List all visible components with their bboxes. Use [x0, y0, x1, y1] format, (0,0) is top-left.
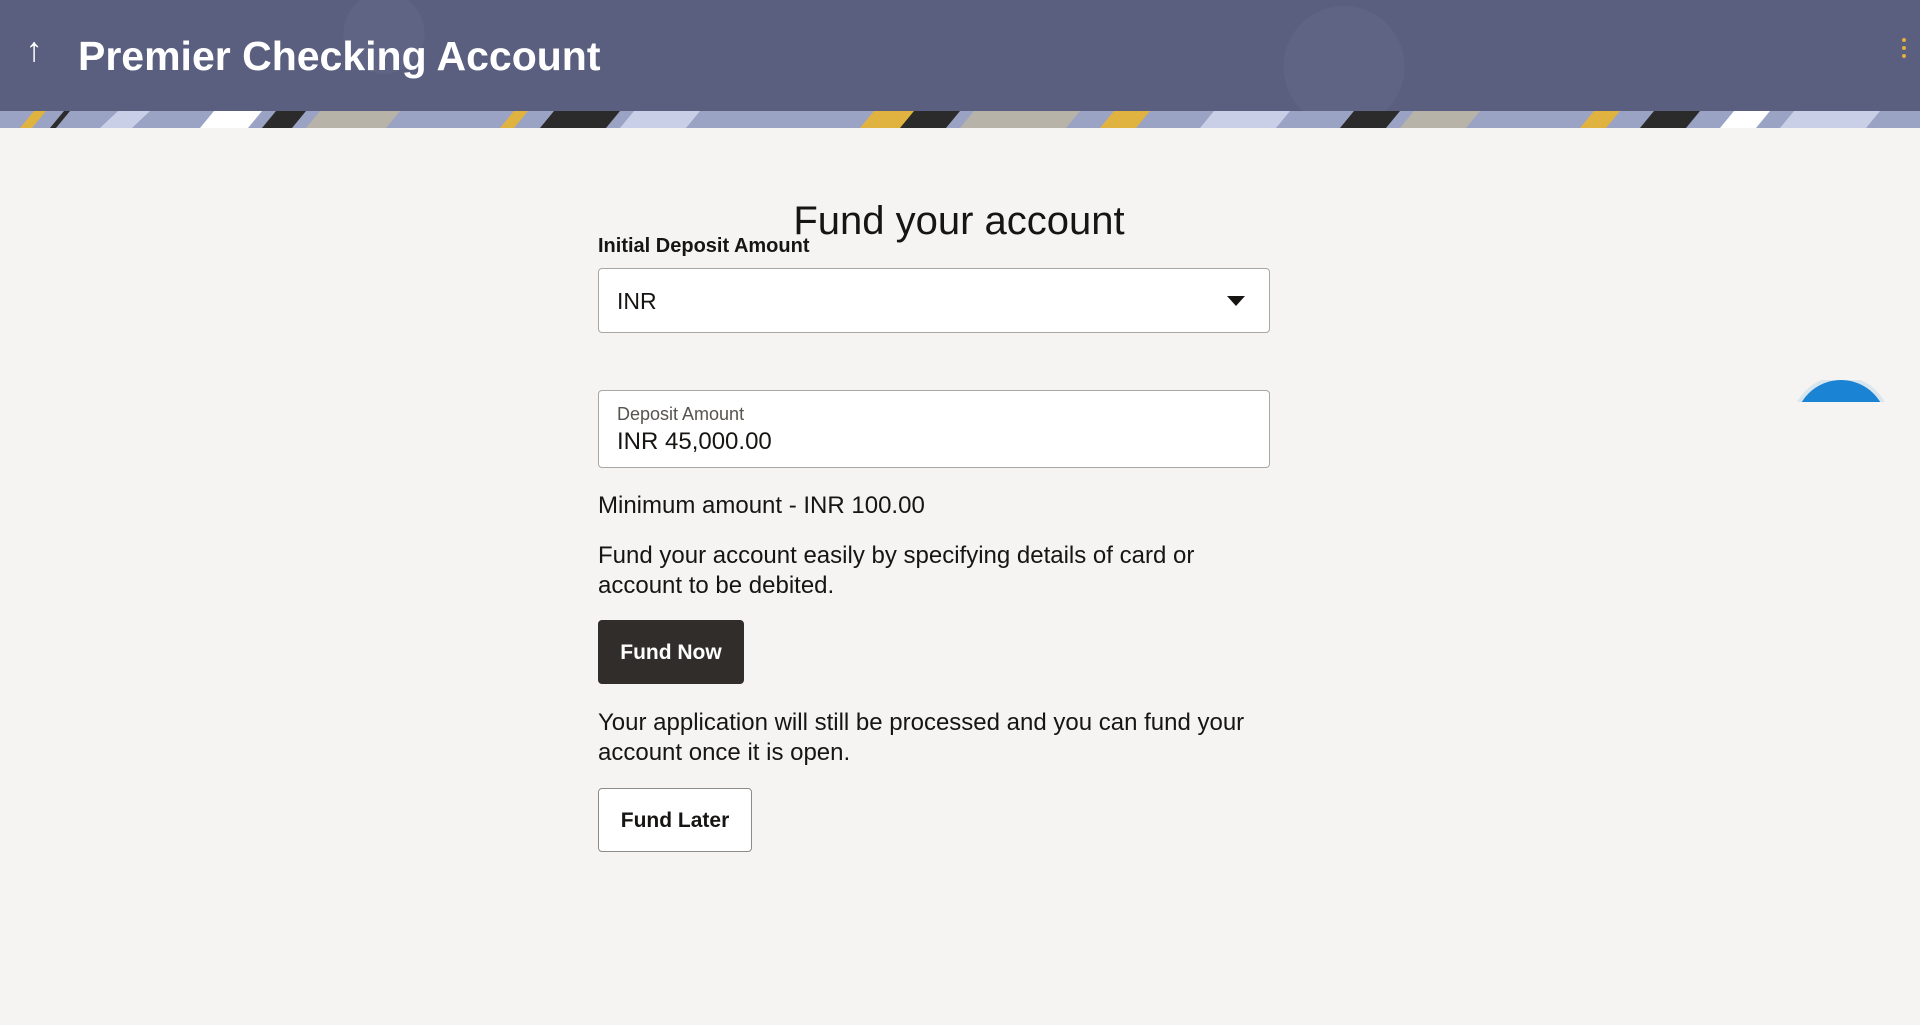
fund-later-description: Your application will still be processed… — [598, 709, 1245, 766]
fund-now-description: Fund your account easily by specifying d… — [598, 542, 1195, 599]
chevron-down-icon — [1227, 296, 1245, 306]
decorative-banner — [0, 111, 1920, 128]
fund-now-button[interactable]: Fund Now — [598, 620, 744, 684]
currency-select[interactable]: INR — [598, 268, 1270, 333]
currency-select-value: INR — [617, 288, 657, 314]
deposit-amount-label: Deposit Amount — [617, 404, 745, 424]
back-arrow-icon[interactable]: ↑ — [18, 30, 50, 70]
initial-deposit-label: Initial Deposit Amount — [598, 235, 810, 257]
deposit-amount-field[interactable]: Deposit Amount INR 45,000.00 — [598, 390, 1270, 468]
fund-later-button[interactable]: Fund Later — [598, 788, 752, 852]
app-header: ↑ Premier Checking Account — [0, 0, 1920, 111]
deposit-amount-value[interactable]: INR 45,000.00 — [617, 427, 772, 457]
fab-circle — [1795, 380, 1887, 402]
page-heading: Premier Checking Account — [78, 33, 601, 79]
kebab-icon[interactable] — [1896, 38, 1912, 68]
minimum-amount-text: Minimum amount - INR 100.00 — [598, 492, 925, 519]
floating-action-button[interactable] — [1795, 380, 1887, 402]
